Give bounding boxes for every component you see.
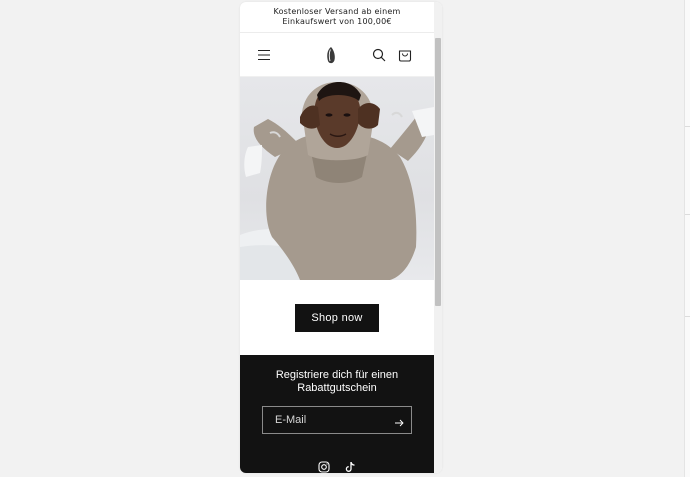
page-viewport: Kostenloser Versand ab einem Einkaufswer…	[240, 2, 434, 473]
announcement-bar: Kostenloser Versand ab einem Einkaufswer…	[240, 2, 434, 33]
announcement-text: Kostenloser Versand ab einem Einkaufswer…	[273, 7, 401, 26]
scrollbar[interactable]	[434, 2, 442, 473]
brand-logo-icon[interactable]	[324, 45, 338, 65]
newsletter-title: Registriere dich für einen Rabattgutsche…	[275, 369, 399, 394]
cta-section: Shop now	[240, 280, 434, 355]
arrow-right-icon[interactable]	[393, 414, 405, 427]
hero-image	[240, 77, 434, 280]
newsletter-section: Registriere dich für einen Rabattgutsche…	[240, 355, 434, 473]
instagram-icon[interactable]	[318, 458, 330, 473]
email-field[interactable]	[262, 406, 412, 434]
email-input[interactable]	[263, 407, 387, 433]
background-window-edge	[684, 0, 690, 477]
shop-now-button[interactable]: Shop now	[295, 303, 379, 332]
site-header	[240, 33, 434, 77]
hamburger-menu-icon[interactable]	[255, 46, 273, 64]
tiktok-icon[interactable]	[344, 458, 356, 472]
scrollbar-thumb[interactable]	[435, 38, 441, 306]
mobile-preview-frame: Kostenloser Versand ab einem Einkaufswer…	[240, 2, 442, 473]
shopping-bag-icon[interactable]	[396, 46, 414, 64]
search-icon[interactable]	[370, 46, 388, 64]
